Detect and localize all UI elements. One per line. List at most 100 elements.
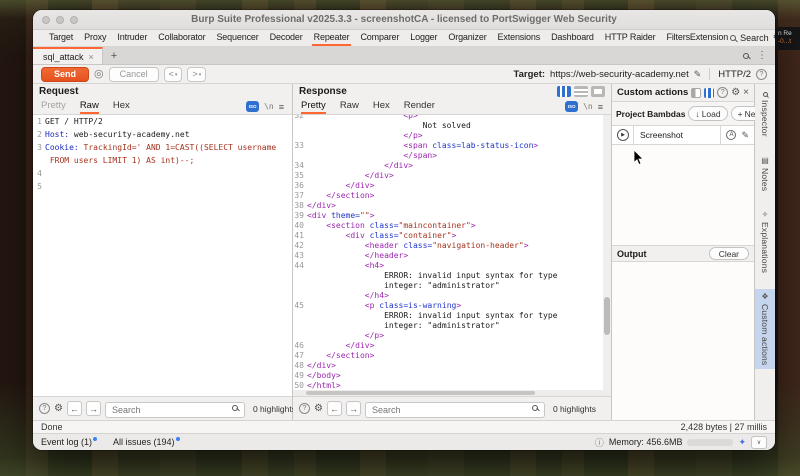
tab-pretty[interactable]: Pretty (301, 99, 326, 114)
response-editor[interactable]: 32<p>Not solved</p>33<span class=lab-sta… (293, 115, 611, 390)
code-line: ERROR: invalid input syntax for type (293, 271, 611, 281)
zoom-window-button[interactable] (70, 16, 78, 24)
menu-item-sequencer[interactable]: Sequencer (214, 30, 260, 46)
tab-hex[interactable]: Hex (113, 99, 130, 114)
menu-item-logger[interactable]: Logger (408, 30, 439, 46)
newline-toggle-icon[interactable]: \n (264, 102, 274, 111)
load-button[interactable]: ↓ Load (688, 106, 727, 121)
code-line: 47</section> (293, 351, 611, 361)
tab-hex[interactable]: Hex (373, 99, 390, 114)
menu-item-decoder[interactable]: Decoder (268, 30, 305, 46)
run-action-cell[interactable]: ▶ (612, 126, 634, 144)
menu-item-http-raider[interactable]: HTTP Raider (603, 30, 658, 46)
output-header: Output Clear (612, 245, 754, 262)
mouse-cursor (633, 149, 644, 166)
action-row-screenshot[interactable]: ▶ Screenshot A ✎ (612, 125, 754, 145)
history-forward-button[interactable]: > ▾ (187, 67, 206, 82)
tab-menu-icon[interactable]: ⋮ (757, 50, 767, 61)
code-line: 37</section> (293, 191, 611, 201)
close-window-button[interactable] (42, 16, 50, 24)
side-tab-explanations[interactable]: ✧Explanations (755, 207, 775, 277)
help-icon[interactable]: ? (717, 87, 728, 98)
protocol-label[interactable]: HTTP/2 (718, 69, 751, 80)
charset-icon[interactable]: ISO (246, 101, 259, 112)
menu-item-organizer[interactable]: Organizer (446, 30, 488, 46)
layout-rows-button[interactable] (574, 86, 588, 97)
close-tab-icon[interactable]: × (89, 52, 94, 62)
titlebar: Burp Suite Professional v2025.3.3 - scre… (33, 10, 775, 30)
add-tab-button[interactable]: + (103, 47, 125, 64)
request-search-input[interactable] (105, 402, 245, 418)
next-match-button[interactable]: → (346, 401, 361, 416)
code-line: 33<span class=lab-status-icon> (293, 141, 611, 151)
cancel-button[interactable]: Cancel (109, 67, 159, 82)
menu-item-target[interactable]: Target (47, 30, 75, 46)
side-tab-inspector[interactable]: Inspector (755, 88, 775, 141)
ai-sparkle-icon[interactable]: ✦ (738, 437, 746, 448)
repeater-tabbar: sql_attack × + ⋮ (33, 47, 775, 65)
side-tab-notes[interactable]: ▤Notes (755, 153, 775, 195)
request-editor[interactable]: 1GET / HTTP/22Host: web-security-academy… (33, 115, 292, 396)
help-icon[interactable]: ? (39, 403, 50, 414)
menu-item-extensions[interactable]: Extensions (496, 30, 543, 46)
custom-actions-panel: Custom actions ? ⚙ × Project Bambdas ↓ L… (612, 84, 755, 420)
tab-render[interactable]: Render (404, 99, 435, 114)
menu-item-proxy[interactable]: Proxy (82, 30, 108, 46)
send-button[interactable]: Send (41, 67, 89, 82)
search-settings-icon[interactable]: ⚙ (314, 404, 323, 414)
main-area: Request Pretty Raw Hex ISO \n ≡ 1GET / HTTP/2… (33, 84, 775, 420)
prev-match-button[interactable]: ← (327, 401, 342, 416)
panel-layout-a-button[interactable] (691, 88, 701, 98)
code-line: 5 (33, 180, 292, 193)
traffic-lights[interactable] (42, 16, 78, 24)
menu-item-dashboard[interactable]: Dashboard (549, 30, 596, 46)
menu-item-intruder[interactable]: Intruder (115, 30, 149, 46)
auto-run-icon[interactable]: A (726, 130, 736, 140)
menu-item-repeater[interactable]: Repeater (312, 30, 352, 46)
search-settings-icon[interactable]: ⚙ (54, 404, 63, 414)
next-match-button[interactable]: → (86, 401, 101, 416)
layout-single-button[interactable] (591, 86, 605, 97)
search-menu[interactable]: Search (740, 33, 769, 43)
expand-chevron-button[interactable]: ∨ (751, 436, 767, 449)
menu-item-filtersextension[interactable]: FiltersExtension (664, 30, 730, 46)
help-icon[interactable]: ? (756, 69, 767, 80)
send-toolbar: Send ◎ Cancel < ▾ > ▾ Target: https://we… (33, 65, 775, 84)
gear-icon[interactable]: ⚙ (731, 88, 740, 98)
side-tab-custom-actions[interactable]: ❖Custom actions (755, 289, 775, 369)
tab-pretty[interactable]: Pretty (41, 99, 66, 114)
clear-output-button[interactable]: Clear (709, 247, 749, 260)
close-panel-icon[interactable]: × (743, 87, 749, 98)
code-line: Not solved (293, 121, 611, 131)
tab-raw[interactable]: Raw (80, 99, 99, 114)
tab-sql-attack[interactable]: sql_attack × (33, 47, 103, 64)
menu-item-collaborator[interactable]: Collaborator (156, 30, 207, 46)
charset-icon[interactable]: ISO (565, 101, 578, 112)
tab-search-icon[interactable] (743, 53, 749, 59)
menu-item-comparer[interactable]: Comparer (358, 30, 401, 46)
response-highlights: 0 highlights (553, 404, 596, 414)
response-search-input[interactable] (365, 402, 545, 418)
panel-layout-b-button[interactable] (704, 88, 714, 98)
edit-action-icon[interactable]: ✎ (741, 130, 749, 141)
response-horizontal-scrollbar[interactable] (293, 390, 611, 396)
layout-columns-button[interactable] (557, 86, 571, 97)
help-icon[interactable]: ? (299, 403, 310, 414)
newline-toggle-icon[interactable]: \n (583, 102, 593, 111)
request-title: Request (33, 84, 292, 99)
history-back-button[interactable]: < ▾ (164, 67, 183, 82)
edit-target-icon[interactable]: ✎ (694, 69, 702, 80)
minimize-window-button[interactable] (56, 16, 64, 24)
all-issues-link[interactable]: All issues (194) (113, 437, 180, 447)
plus-icon: + (738, 109, 743, 119)
memory-bar (687, 439, 733, 446)
play-icon[interactable]: ▶ (617, 129, 629, 141)
tab-raw[interactable]: Raw (340, 99, 359, 114)
editor-menu-icon[interactable]: ≡ (279, 102, 284, 112)
editor-menu-icon[interactable]: ≡ (598, 102, 603, 112)
event-log-link[interactable]: Event log (1) (41, 437, 97, 447)
prev-match-button[interactable]: ← (67, 401, 82, 416)
code-line: 42<header class="navigation-header"> (293, 241, 611, 251)
response-vertical-scrollbar[interactable] (603, 115, 611, 390)
send-settings-icon[interactable]: ◎ (94, 69, 104, 80)
